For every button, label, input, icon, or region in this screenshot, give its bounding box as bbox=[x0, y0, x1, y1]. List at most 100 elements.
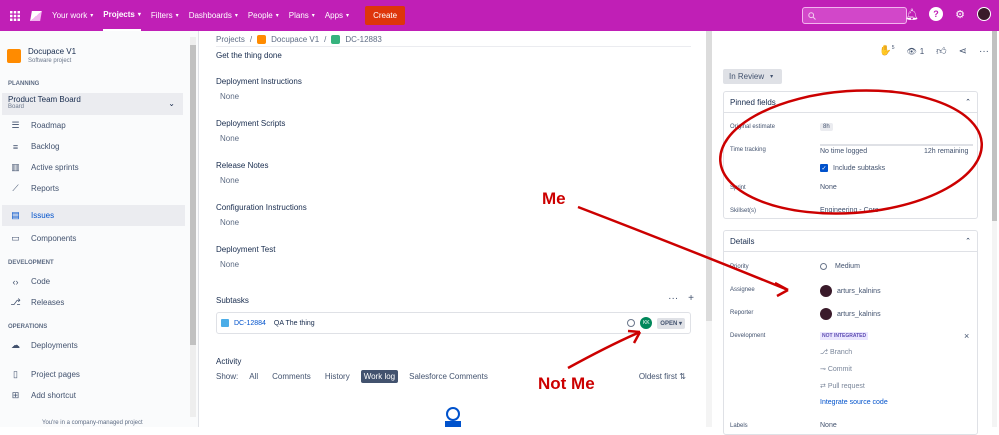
sidebar-item-releases[interactable]: ⎇ Releases bbox=[2, 292, 185, 313]
commit-link[interactable]: ⊸ Commit bbox=[820, 365, 852, 373]
reporter-avatar bbox=[820, 308, 832, 320]
integrate-source-code-link[interactable]: Integrate source code bbox=[820, 399, 888, 406]
sidebar-item-code[interactable]: ‹› Code bbox=[2, 271, 185, 292]
sidebar-item-active-sprints[interactable]: ▥ Active sprints bbox=[2, 157, 185, 178]
user-avatar[interactable] bbox=[977, 7, 991, 21]
branch-link[interactable]: ⎇ Branch bbox=[820, 348, 852, 356]
field-deployment-instructions-value[interactable]: None bbox=[220, 92, 239, 101]
project-sidebar: Docupace V1 Software project PLANNING Pr… bbox=[0, 31, 199, 427]
more-actions-icon[interactable]: ··· bbox=[668, 293, 678, 304]
search-input[interactable] bbox=[802, 7, 907, 24]
breadcrumb-issue-key[interactable]: DC-12883 bbox=[345, 35, 381, 44]
status-dropdown[interactable]: In Review ▾ bbox=[723, 69, 782, 84]
labels-value[interactable]: None bbox=[820, 422, 837, 429]
vote-icon[interactable]: ✋5 bbox=[879, 45, 894, 56]
close-icon[interactable]: × bbox=[964, 331, 969, 341]
share-icon[interactable]: ⋖ bbox=[959, 46, 967, 57]
assignee-value[interactable]: arturs_kalnins bbox=[820, 285, 881, 297]
include-subtasks-checkbox[interactable]: ✓ Include subtasks bbox=[820, 164, 885, 172]
breadcrumb-projects[interactable]: Projects bbox=[216, 35, 245, 44]
skillset-value[interactable]: Engineering - Core bbox=[820, 207, 879, 214]
chevron-down-icon: ▾ bbox=[275, 13, 279, 19]
chevron-down-icon: ▾ bbox=[234, 13, 238, 19]
original-estimate-value[interactable]: 8h bbox=[820, 123, 833, 131]
story-icon bbox=[331, 35, 341, 44]
nav-plans[interactable]: Plans ▾ bbox=[289, 11, 315, 20]
sidebar-item-issues[interactable]: ▤ Issues bbox=[2, 205, 185, 226]
activity-heading: Activity bbox=[216, 357, 242, 366]
nav-people[interactable]: People ▾ bbox=[248, 11, 279, 20]
activity-tab-all[interactable]: All bbox=[246, 370, 261, 383]
watch-button[interactable]: 👁︎ 1 bbox=[907, 47, 925, 56]
chevron-down-icon: ⌄ bbox=[168, 99, 175, 108]
main-scrollbar[interactable] bbox=[706, 31, 712, 427]
activity-tab-history[interactable]: History bbox=[322, 370, 353, 383]
field-deployment-scripts-value[interactable]: None bbox=[220, 134, 239, 143]
reporter-value[interactable]: arturs_kalnins bbox=[820, 308, 881, 320]
sort-order-button[interactable]: Oldest first ⇅ bbox=[639, 372, 686, 381]
development-label: Development bbox=[730, 333, 766, 339]
chevron-down-icon: ▾ bbox=[770, 74, 774, 80]
activity-tab-comments[interactable]: Comments bbox=[269, 370, 314, 383]
issue-actions: ✋5 👁︎ 1 👍︎ ⋖ ··· bbox=[879, 45, 989, 57]
sidebar-item-components[interactable]: ▭ Components bbox=[2, 228, 185, 249]
pinned-fields-header[interactable]: Pinned fields ⌃ bbox=[724, 92, 977, 113]
time-remaining: 12h remaining bbox=[924, 148, 969, 155]
field-deployment-test-value[interactable]: None bbox=[220, 260, 239, 269]
help-icon[interactable]: ? bbox=[929, 7, 943, 21]
project-avatar-icon bbox=[257, 35, 267, 44]
subtask-row[interactable]: DC-12884 QA The thing KK OPEN ▾ bbox=[216, 312, 691, 334]
notifications-icon[interactable]: 🔔︎ bbox=[905, 7, 919, 21]
sprint-value[interactable]: None bbox=[820, 184, 837, 191]
chevron-down-icon: ▾ bbox=[175, 13, 179, 19]
chevron-up-icon: ⌃ bbox=[965, 99, 971, 106]
priority-value[interactable]: Medium bbox=[820, 263, 860, 270]
nav-apps[interactable]: Apps ▾ bbox=[325, 11, 349, 20]
sidebar-scrollbar[interactable] bbox=[190, 37, 196, 417]
details-panel: Details ⌃ Priority Medium Assignee arturs… bbox=[723, 230, 978, 435]
field-deployment-instructions-label: Deployment Instructions bbox=[216, 77, 302, 86]
field-configuration-instructions-value[interactable]: None bbox=[220, 218, 239, 227]
nav-dashboards[interactable]: Dashboards ▾ bbox=[189, 11, 238, 20]
chevron-up-icon: ⌃ bbox=[965, 238, 971, 245]
subtask-summary[interactable]: QA The thing bbox=[274, 320, 315, 327]
jira-logo-icon[interactable] bbox=[30, 9, 44, 23]
subtask-actions: ··· + bbox=[668, 293, 694, 304]
sidebar-item-roadmap[interactable]: ☰ Roadmap bbox=[2, 115, 185, 136]
board-name: Product Team Board bbox=[8, 95, 81, 104]
project-avatar-icon bbox=[7, 49, 21, 63]
subtasks-heading: Subtasks bbox=[216, 296, 249, 305]
right-scrollbar[interactable] bbox=[992, 31, 997, 427]
more-actions-icon[interactable]: ··· bbox=[979, 46, 989, 57]
sidebar-item-deployments[interactable]: ☁ Deployments bbox=[2, 335, 185, 356]
chevron-down-icon: ▾ bbox=[311, 13, 315, 19]
sidebar-item-project-pages[interactable]: ▯ Project pages bbox=[2, 364, 185, 385]
like-icon[interactable]: 👍︎ bbox=[936, 45, 946, 57]
create-button[interactable]: Create bbox=[365, 6, 406, 25]
app-switcher-icon[interactable] bbox=[4, 5, 26, 27]
original-estimate-label: Original estimate bbox=[730, 124, 776, 130]
time-tracking-bar[interactable] bbox=[820, 144, 973, 146]
subtask-key[interactable]: DC-12884 bbox=[234, 320, 266, 327]
nav-your-work[interactable]: Your work ▾ bbox=[52, 11, 93, 20]
project-header[interactable]: Docupace V1 Software project bbox=[7, 47, 76, 64]
activity-tab-work-log[interactable]: Work log bbox=[360, 370, 399, 383]
checkmark-icon: ✓ bbox=[820, 164, 828, 172]
issues-icon: ▤ bbox=[11, 210, 20, 220]
pull-request-link[interactable]: ⇄ Pull request bbox=[820, 382, 865, 390]
details-header[interactable]: Details ⌃ bbox=[724, 231, 977, 252]
breadcrumb-project[interactable]: Docupace V1 bbox=[271, 35, 319, 44]
activity-tab-salesforce-comments[interactable]: Salesforce Comments bbox=[406, 370, 491, 383]
nav-projects[interactable]: Projects ▾ bbox=[103, 0, 141, 31]
issue-description[interactable]: Get the thing done bbox=[216, 51, 282, 60]
settings-gear-icon[interactable]: ⚙ bbox=[953, 7, 967, 21]
sidebar-item-add-shortcut[interactable]: ⊞ Add shortcut bbox=[2, 385, 185, 406]
sidebar-item-reports[interactable]: ⟋ Reports bbox=[2, 178, 185, 199]
add-subtask-icon[interactable]: + bbox=[688, 293, 694, 304]
subtask-assignee-avatar[interactable]: KK bbox=[640, 317, 653, 329]
subtask-status-dropdown[interactable]: OPEN ▾ bbox=[657, 317, 685, 329]
field-release-notes-value[interactable]: None bbox=[220, 176, 239, 185]
board-selector[interactable]: Product Team Board Board ⌄ bbox=[2, 93, 183, 115]
nav-filters[interactable]: Filters ▾ bbox=[151, 11, 179, 20]
sidebar-item-backlog[interactable]: ≡ Backlog bbox=[2, 136, 185, 157]
